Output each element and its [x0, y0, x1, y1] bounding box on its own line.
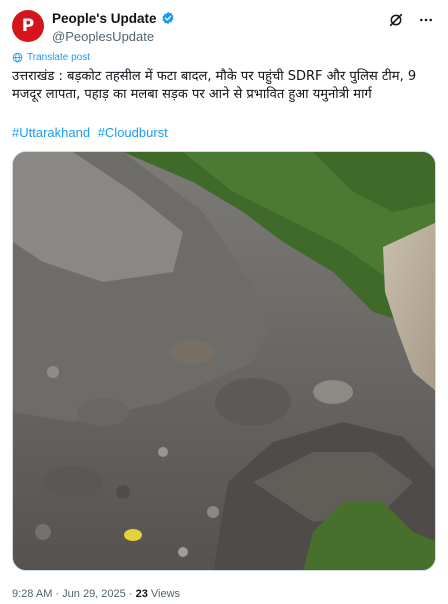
avatar-letter: P — [21, 15, 35, 36]
more-options-icon[interactable] — [418, 12, 434, 28]
translate-post-label: Translate post — [27, 52, 90, 63]
post-video[interactable] — [12, 151, 436, 571]
post-time[interactable]: 9:28 AM — [12, 588, 52, 600]
author-handle[interactable]: @PeoplesUpdate — [52, 29, 175, 44]
post-meta: 9:28 AM · Jun 29, 2025 · 23 Views — [12, 588, 180, 600]
globe-icon — [12, 52, 23, 63]
verified-badge-icon — [162, 11, 173, 25]
post-date[interactable]: Jun 29, 2025 — [62, 588, 126, 600]
grok-icon[interactable] — [388, 12, 404, 28]
meta-separator-2: · — [128, 588, 133, 600]
hashtag-uttarakhand[interactable]: #Uttarakhand — [12, 125, 90, 140]
avatar[interactable]: P — [12, 10, 44, 42]
author-display-name[interactable]: People's Update — [52, 11, 157, 26]
hashtag-cloudburst[interactable]: #Cloudburst — [98, 125, 168, 140]
post-text: उत्तराखंड : बड़कोट तहसील में फटा बादल, म… — [12, 69, 417, 102]
views-count: 23 — [135, 588, 148, 600]
author-block: People's Update @PeoplesUpdate — [52, 9, 175, 44]
meta-separator: · — [55, 588, 60, 600]
landslide-video-frame — [13, 152, 435, 570]
post-header: P People's Update @PeoplesUpdate — [12, 8, 436, 48]
views-label: Views — [150, 588, 181, 600]
translate-post-link[interactable]: Translate post — [12, 52, 90, 63]
hashtags: #Uttarakhand #Cloudburst — [12, 125, 172, 140]
